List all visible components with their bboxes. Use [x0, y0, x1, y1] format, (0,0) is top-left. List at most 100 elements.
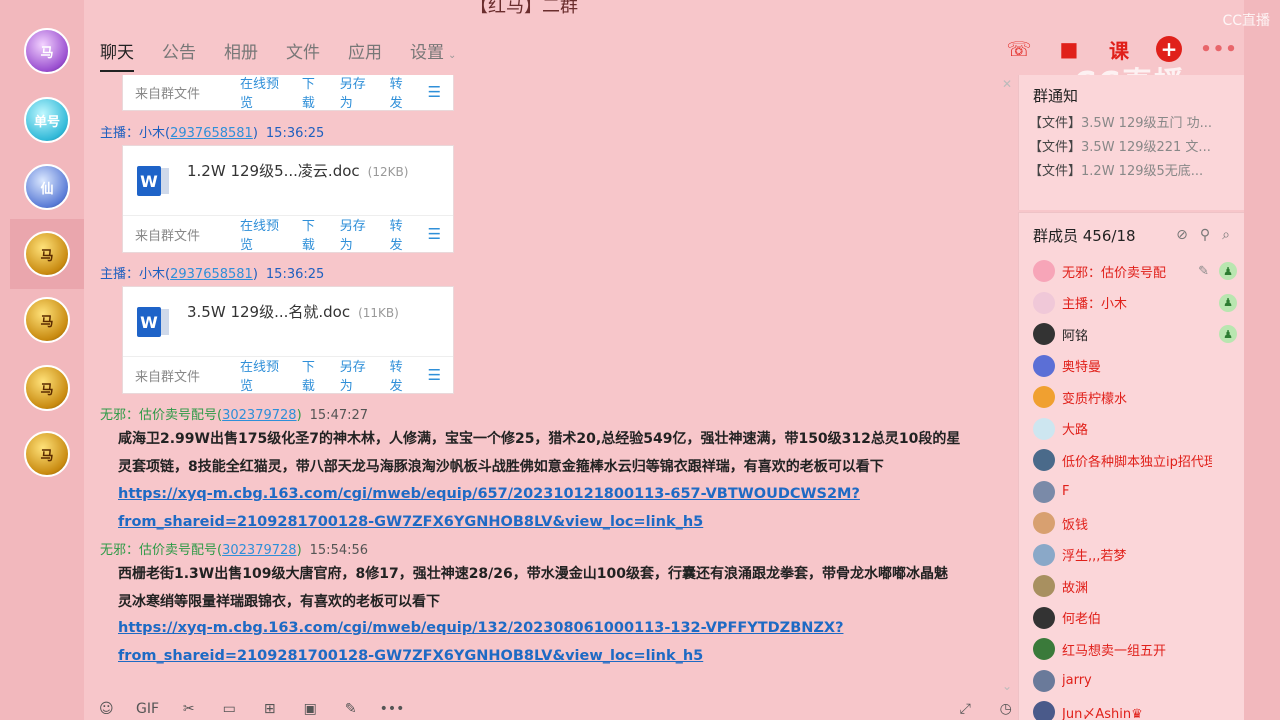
save-as-link[interactable]: 另存为: [340, 356, 376, 394]
file-menu-icon[interactable]: ☰: [428, 83, 441, 101]
tab-4[interactable]: 应用: [348, 38, 382, 72]
save-as-link[interactable]: 另存为: [340, 215, 376, 253]
member-row[interactable]: 低价各种脚本独立ip招代理: [1033, 448, 1243, 472]
member-row[interactable]: 何老伯: [1033, 606, 1243, 630]
message-link[interactable]: from_shareid=2109281700128-GW7ZFX6YGNHOB…: [118, 508, 1003, 536]
file-card-body[interactable]: W 3.5W 129级...名就.doc (11KB): [123, 287, 453, 357]
file-card[interactable]: W 1.2W 129级5...凌云.doc (12KB) 来自群文件 在线预览 下载 另存为…: [122, 145, 454, 253]
tab-2[interactable]: 相册: [224, 38, 258, 72]
file-card-actions: 来自群文件 在线预览 下载 另存为 转发 ☰: [123, 356, 453, 394]
file-card[interactable]: W 3.5W 129级...名就.doc (11KB) 来自群文件 在线预览 下载 另存为转…: [122, 286, 454, 394]
member-row[interactable]: 无邪：估价卖号配 ✎ ♟: [1033, 259, 1243, 283]
message-link[interactable]: https://xyq-m.cbg.163.com/cgi/mweb/equip…: [118, 480, 1003, 508]
tab-1[interactable]: 公告: [162, 38, 196, 72]
scissors-icon[interactable]: ✂: [179, 699, 200, 719]
notice-item[interactable]: 【文件】1.2W 129级5无底...: [1029, 160, 1241, 179]
image-icon[interactable]: ▣: [300, 699, 321, 719]
block-icon[interactable]: ⊘: [1176, 227, 1188, 243]
member-row[interactable]: jarry: [1033, 669, 1243, 693]
chat-area[interactable]: ✕ ⌄ 来自群文件 在线预览 下载 另存为 转发 ☰ 主播：小木(2937658581) 15…: [84, 75, 1016, 695]
folder-icon[interactable]: ▭: [219, 699, 240, 719]
history-icon[interactable]: ◷: [996, 699, 1017, 719]
download-link[interactable]: 下载: [302, 356, 326, 394]
member-row[interactable]: 故渊: [1033, 574, 1243, 598]
member-row[interactable]: 饭钱: [1033, 511, 1243, 535]
emoji-icon[interactable]: ☺: [96, 699, 117, 719]
conversation-avatar[interactable]: 仙: [24, 164, 70, 210]
conversation-avatar[interactable]: 单号: [24, 97, 70, 143]
member-row[interactable]: 奥特曼: [1033, 354, 1243, 378]
collapse-top-icon[interactable]: ✕: [1002, 77, 1012, 91]
forward-link[interactable]: 转发: [390, 75, 414, 111]
avatar: [1033, 417, 1055, 440]
member-row[interactable]: 大路: [1033, 417, 1243, 441]
sender-name[interactable]: 估价卖号配号: [139, 408, 217, 423]
message-link[interactable]: from_shareid=2109281700128-GW7ZFX6YGNHOB…: [118, 642, 1003, 670]
file-name-text: 3.5W 129级...名就.doc: [187, 303, 351, 321]
call-icon[interactable]: ☏: [1006, 36, 1032, 62]
right-edge-strip: [1244, 0, 1280, 720]
member-row[interactable]: 浮生,,,若梦: [1033, 543, 1243, 567]
conversation-avatar[interactable]: 马: [24, 431, 70, 477]
conversation-avatar[interactable]: 马: [24, 231, 70, 277]
class-icon[interactable]: 课: [1106, 36, 1132, 63]
sender-name[interactable]: 小木: [139, 126, 165, 141]
forward-link[interactable]: 转发: [390, 215, 414, 253]
member-row[interactable]: F: [1033, 480, 1243, 504]
message-link[interactable]: https://xyq-m.cbg.163.com/cgi/mweb/equip…: [118, 614, 1003, 642]
sender-name[interactable]: 估价卖号配号: [139, 543, 217, 558]
tab-5[interactable]: 设置 ⌄: [410, 38, 456, 72]
paren: ): [296, 543, 302, 558]
conversation-avatar[interactable]: 马: [24, 365, 70, 411]
member-row[interactable]: 变质柠檬水: [1033, 385, 1243, 409]
edit-icon[interactable]: ✎: [1198, 264, 1209, 279]
member-name: 低价各种脚本独立ip招代理: [1062, 454, 1212, 470]
member-name: 变质柠檬水: [1062, 391, 1128, 407]
download-link[interactable]: 下载: [302, 75, 326, 111]
more-tools-icon[interactable]: •••: [380, 699, 405, 719]
scroll-bottom-icon[interactable]: ⌄: [1002, 679, 1012, 693]
member-row[interactable]: 主播：小木 ♟: [1033, 291, 1243, 315]
member-row[interactable]: 红马想卖一组五开: [1033, 637, 1243, 661]
more-icon[interactable]: •••: [1200, 36, 1237, 62]
file-menu-icon[interactable]: ☰: [428, 366, 441, 384]
file-card-actions: 来自群文件 在线预览 下载 另存为 转发 ☰: [123, 215, 453, 253]
expand-icon[interactable]: ⤢: [955, 699, 976, 719]
preview-link[interactable]: 在线预览: [240, 356, 288, 394]
file-card-body[interactable]: W 1.2W 129级5...凌云.doc (12KB): [123, 146, 453, 216]
message-sender: 无邪：估价卖号配号(302379728) 15:47:27: [100, 404, 368, 423]
file-name[interactable]: 3.5W 129级...名就.doc (11KB): [187, 301, 399, 322]
preview-link[interactable]: 在线预览: [240, 215, 288, 253]
sender-qq-link[interactable]: 2937658581: [170, 267, 253, 282]
word-doc-icon: W: [137, 166, 169, 196]
sender-qq-link[interactable]: 302379728: [222, 408, 296, 423]
member-row[interactable]: Jun〆Ashin♛: [1033, 700, 1243, 720]
save-as-link[interactable]: 另存为: [340, 75, 376, 111]
preview-link[interactable]: 在线预览: [240, 75, 288, 111]
search-icon[interactable]: ⌕: [1222, 227, 1230, 243]
sender-qq-link[interactable]: 2937658581: [170, 126, 253, 141]
tab-3[interactable]: 文件: [286, 38, 320, 72]
file-name[interactable]: 1.2W 129级5...凌云.doc (12KB): [187, 160, 408, 181]
conversation-avatar[interactable]: 马: [24, 28, 70, 74]
file-menu-icon[interactable]: ☰: [428, 225, 441, 243]
file-card[interactable]: 来自群文件 在线预览 下载 另存为 转发 ☰: [122, 75, 454, 111]
member-row[interactable]: 阿铭 ♟: [1033, 322, 1243, 346]
gif-icon[interactable]: GIF: [136, 699, 159, 719]
screenshot-icon[interactable]: ⊞: [260, 699, 281, 719]
tab-0[interactable]: 聊天: [100, 38, 134, 72]
video-call-icon[interactable]: ■: [1056, 36, 1082, 62]
sender-role: 无邪：: [100, 543, 140, 558]
add-member-icon[interactable]: ⚲: [1200, 227, 1210, 243]
draw-icon[interactable]: ✎: [341, 699, 362, 719]
members-title: 群成员 456/18: [1033, 227, 1136, 245]
sender-name[interactable]: 小木: [139, 267, 165, 282]
member-name: 何老伯: [1062, 612, 1102, 627]
notice-item[interactable]: 【文件】3.5W 129级221 文...: [1029, 136, 1241, 155]
notice-item[interactable]: 【文件】3.5W 129级五门 功...: [1029, 112, 1241, 131]
conversation-avatar[interactable]: 马: [24, 297, 70, 343]
add-icon[interactable]: +: [1156, 36, 1182, 62]
sender-qq-link[interactable]: 302379728: [222, 543, 296, 558]
download-link[interactable]: 下载: [302, 215, 326, 253]
forward-link[interactable]: 转发: [390, 356, 414, 394]
